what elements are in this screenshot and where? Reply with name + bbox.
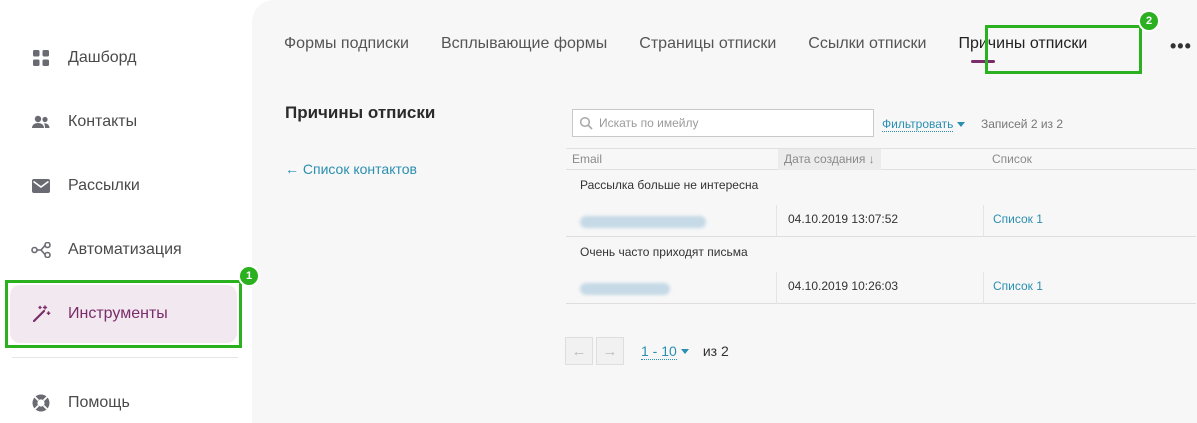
sidebar-divider: [12, 357, 238, 358]
more-menu-button[interactable]: •••: [1170, 36, 1192, 57]
sidebar-item-label: Автоматизация: [68, 241, 182, 258]
annotation-badge: 1: [238, 265, 260, 287]
sidebar-item-contacts[interactable]: Контакты: [10, 93, 237, 151]
search-input[interactable]: Искать по имейлу: [599, 116, 698, 130]
back-to-contacts-link[interactable]: ← Список контактов: [285, 161, 417, 177]
filter-label: Фильтровать: [882, 117, 954, 132]
cell-divider: [983, 272, 984, 304]
cell-divider: [983, 205, 984, 237]
sidebar-item-label: Рассылки: [68, 177, 140, 194]
sidebar-item-automation[interactable]: Автоматизация: [10, 221, 237, 279]
search-field[interactable]: Искать по имейлу: [572, 109, 874, 137]
sidebar-item-label: Дашборд: [68, 49, 137, 66]
page-title: Причины отписки: [285, 103, 436, 122]
highlight-box-tools: [5, 280, 242, 348]
page-size-dropdown[interactable]: 1 - 10: [641, 343, 677, 360]
page-total: из 2: [702, 343, 729, 359]
list-link[interactable]: Список 1: [993, 279, 1043, 293]
column-header-list[interactable]: Список: [992, 152, 1032, 166]
column-header-email[interactable]: Email: [572, 152, 602, 166]
tab-unsubscribe-links[interactable]: Ссылки отписки: [808, 30, 926, 60]
caret-down-icon: [957, 122, 966, 127]
annotation-badge: 2: [1138, 10, 1160, 32]
created-date: 04.10.2019 13:07:52: [788, 212, 899, 226]
table-row: Очень часто приходят письма 04.10.2019 1…: [566, 238, 1196, 304]
cell-divider: [776, 205, 777, 237]
unsubscribe-reason: Рассылка больше не интересна: [580, 178, 759, 192]
records-count: Записей 2 из 2: [981, 117, 1064, 131]
lifebuoy-icon: [30, 392, 52, 414]
prev-page-button[interactable]: ←: [565, 337, 593, 365]
sidebar-item-label: Контакты: [68, 113, 138, 130]
pagination: ← → 1 - 10 из 2: [565, 337, 729, 365]
sidebar-item-help[interactable]: Помощь: [10, 374, 237, 423]
email-redacted: [580, 216, 706, 228]
sidebar-item-dashboard[interactable]: Дашборд: [10, 29, 237, 87]
sidebar-item-campaigns[interactable]: Рассылки: [10, 157, 237, 215]
sidebar: Дашборд Контакты Рассылки Автоматизация …: [0, 0, 252, 423]
highlight-box-reasons-tab: [985, 25, 1142, 74]
list-link[interactable]: Список 1: [993, 212, 1043, 226]
created-date: 04.10.2019 10:26:03: [788, 279, 899, 293]
workflow-icon: [30, 239, 52, 261]
table-header: Email Дата создания ↓ Список: [566, 148, 1196, 170]
users-icon: [30, 111, 52, 133]
grid-icon: [30, 47, 52, 69]
tab-unsubscribe-pages[interactable]: Страницы отписки: [639, 30, 776, 60]
filter-dropdown[interactable]: Фильтровать: [882, 117, 966, 132]
caret-down-icon: [680, 348, 689, 354]
next-page-button[interactable]: →: [596, 337, 624, 365]
app-root: Дашборд Контакты Рассылки Автоматизация …: [0, 0, 1197, 423]
tab-popup-forms[interactable]: Всплывающие формы: [441, 30, 607, 60]
search-icon: [579, 116, 593, 130]
sidebar-item-label: Помощь: [68, 394, 130, 411]
table-row: Рассылка больше не интересна 04.10.2019 …: [566, 171, 1196, 237]
email-redacted: [580, 283, 670, 295]
cell-divider: [776, 272, 777, 304]
column-header-date[interactable]: Дата создания ↓: [778, 149, 881, 170]
unsubscribe-reason: Очень часто приходят письма: [580, 245, 748, 259]
mail-icon: [30, 175, 52, 197]
tab-subscription-forms[interactable]: Формы подписки: [284, 30, 409, 60]
